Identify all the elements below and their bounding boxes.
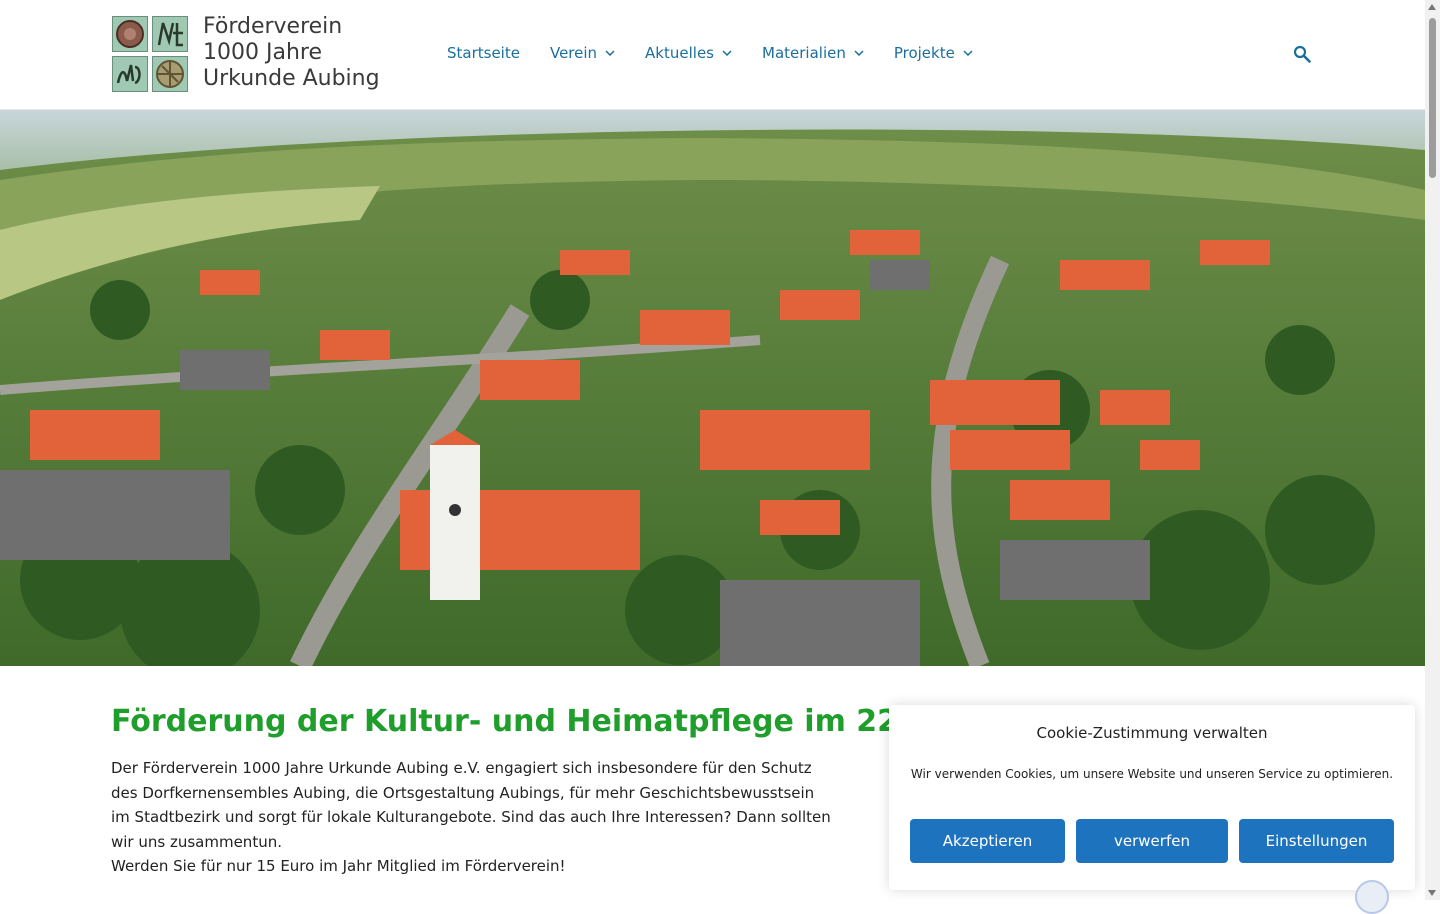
logo-wheel-icon (152, 56, 188, 92)
cookie-consent-banner: Cookie-Zustimmung verwalten Wir verwende… (889, 705, 1415, 890)
page-scrollbar[interactable] (1425, 0, 1440, 900)
site-title-line: Förderverein (203, 14, 343, 39)
nav-item-label: Startseite (447, 44, 520, 62)
site-title-line: Urkunde Aubing (203, 66, 380, 91)
scroll-thumb[interactable] (1429, 18, 1436, 178)
intro-text: Der Förderverein 1000 Jahre Urkunde Aubi… (111, 756, 831, 879)
nav-item-startseite[interactable]: Startseite (447, 44, 520, 62)
cookie-settings-float-button[interactable] (1355, 880, 1389, 914)
site-header: Förderverein 1000 Jahre Urkunde Aubing S… (0, 0, 1425, 110)
site-title[interactable]: Förderverein 1000 Jahre Urkunde Aubing (203, 14, 403, 92)
aerial-village-image (0, 110, 1425, 666)
cookie-text: Wir verwenden Cookies, um unsere Website… (910, 767, 1394, 781)
intro-paragraph: Der Förderverein 1000 Jahre Urkunde Aubi… (111, 759, 831, 851)
chevron-down-icon (722, 50, 732, 56)
nav-item-label: Projekte (893, 44, 955, 62)
logo-seal-icon (112, 16, 148, 52)
nav-item-verein[interactable]: Verein (550, 44, 615, 62)
intro-membership-line: Werden Sie für nur 15 Euro im Jahr Mitgl… (111, 857, 566, 875)
scroll-down-arrow-icon[interactable] (1428, 890, 1436, 896)
chevron-down-icon (854, 50, 864, 56)
main-nav: Startseite Verein Aktuelles Materialien … (447, 44, 1003, 62)
chevron-down-icon (963, 50, 973, 56)
cookie-title: Cookie-Zustimmung verwalten (1036, 724, 1268, 742)
logo-letters-icon (152, 16, 188, 52)
site-logo[interactable] (112, 16, 188, 92)
scroll-up-arrow-icon[interactable] (1428, 4, 1436, 10)
nav-item-label: Materialien (762, 44, 846, 62)
accept-cookies-button[interactable]: Akzeptieren (910, 819, 1065, 863)
search-icon[interactable] (1293, 45, 1311, 63)
site-title-line: 1000 Jahre (203, 40, 322, 65)
hero-image (0, 110, 1425, 666)
nav-item-label: Aktuelles (645, 44, 714, 62)
cookie-settings-button[interactable]: Einstellungen (1239, 819, 1394, 863)
nav-item-projekte[interactable]: Projekte (894, 44, 973, 62)
nav-item-label: Verein (549, 44, 598, 62)
nav-item-aktuelles[interactable]: Aktuelles (645, 44, 732, 62)
nav-item-materialien[interactable]: Materialien (762, 44, 864, 62)
chevron-down-icon (605, 50, 615, 56)
deny-cookies-button[interactable]: verwerfen (1076, 819, 1228, 863)
logo-script-icon (112, 56, 148, 92)
